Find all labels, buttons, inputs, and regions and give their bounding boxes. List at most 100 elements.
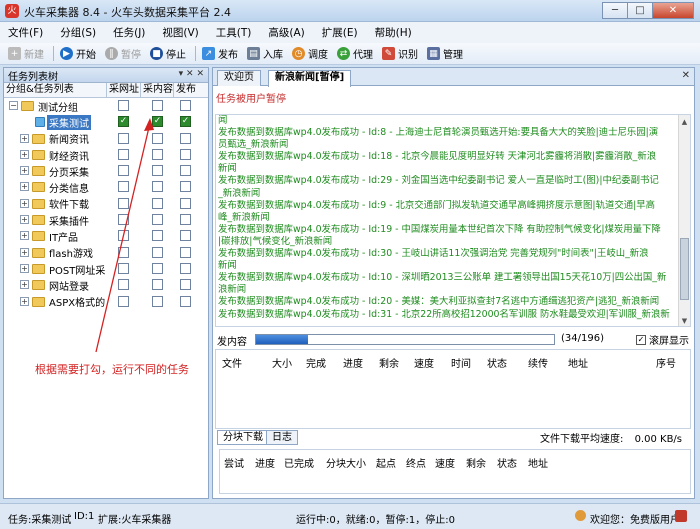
collect-url-checkbox[interactable] [118,148,129,160]
publish-checkbox[interactable] [180,262,191,274]
publish-checkbox[interactable] [180,295,191,307]
column-header[interactable]: 分块大小 [326,455,366,470]
collect-content-checkbox[interactable] [152,262,163,274]
autoscroll-check-icon[interactable]: ✓ [636,334,646,345]
column-header[interactable]: 文件 [222,355,242,370]
tree-item[interactable]: + 财经资讯 [4,147,208,163]
menu-tools[interactable]: 工具(T) [216,25,252,40]
collect-url-checkbox[interactable] [118,279,129,291]
column-header[interactable]: 序号 [656,355,676,370]
column-header[interactable]: 剩余 [466,455,486,470]
expand-icon[interactable]: + [20,296,29,306]
column-header[interactable]: 状态 [487,355,507,370]
tree-item[interactable]: + 采集插件 [4,212,208,228]
expand-icon[interactable]: + [20,198,29,208]
menu-file[interactable]: 文件(F) [8,25,43,40]
menu-help[interactable]: 帮助(H) [375,25,412,40]
publish-checkbox[interactable] [180,132,191,144]
log-scrollbar[interactable]: ▲ ▼ [678,115,690,326]
column-header[interactable]: 发布 [174,83,204,97]
import-button[interactable]: ▤ 入库 [247,46,283,61]
autoscroll-checkbox[interactable]: ✓ 滚屏显示 [636,332,689,347]
collect-content-checkbox[interactable] [152,295,163,307]
column-header[interactable]: 剩余 [379,355,399,370]
maximize-button[interactable]: □ [627,2,653,19]
publish-checkbox[interactable] [180,100,191,111]
column-header[interactable]: 进度 [343,355,363,370]
tree-item[interactable]: + flash游戏 [4,245,208,261]
tree-item[interactable]: + 软件下载 [4,196,208,212]
tree-item[interactable]: + 分页采集 [4,163,208,179]
column-header[interactable]: 速度 [414,355,434,370]
expand-icon[interactable]: + [20,182,29,192]
close-tab-icon[interactable]: ✕ [682,70,690,81]
scroll-down-icon[interactable]: ▼ [680,315,689,325]
menu-advanced[interactable]: 高级(A) [268,25,304,40]
collect-url-checkbox[interactable] [118,181,129,193]
column-header[interactable]: 进度 [255,455,275,470]
column-header[interactable]: 完成 [306,355,326,370]
collect-url-checkbox[interactable] [118,295,129,307]
expand-icon[interactable]: + [20,215,29,225]
publish-checkbox[interactable] [180,197,191,209]
publish-button[interactable]: ↗ 发布 [202,46,238,61]
captcha-button[interactable]: ✎ 识别 [382,46,418,61]
column-header[interactable]: 分组&任务列表 [4,83,107,97]
stop-button[interactable]: ■ 停止 [150,46,186,61]
tab-welcome[interactable]: 欢迎页 [217,70,261,86]
scroll-thumb[interactable] [680,238,689,300]
expand-icon[interactable]: + [20,263,29,273]
menu-extensions[interactable]: 扩展(E) [322,25,358,40]
menu-task[interactable]: 任务(J) [113,25,145,40]
tree-item[interactable]: + 网站登录 [4,277,208,293]
publish-checkbox[interactable] [180,230,191,242]
collect-url-checkbox[interactable] [118,246,129,258]
column-header[interactable]: 速度 [435,455,455,470]
expand-icon[interactable]: + [20,280,29,290]
scroll-up-icon[interactable]: ▲ [680,116,689,126]
expand-icon[interactable]: + [20,133,29,143]
collect-content-checkbox[interactable] [152,148,163,160]
collect-content-checkbox[interactable]: ✓ [152,116,163,128]
tree-item[interactable]: + 新闻资讯 [4,131,208,147]
collect-content-checkbox[interactable] [152,279,163,291]
proxy-button[interactable]: ⇄ 代理 [337,46,373,61]
collect-content-checkbox[interactable] [152,165,163,177]
collect-url-checkbox[interactable] [118,197,129,209]
column-header[interactable]: 起点 [376,455,396,470]
collapse-icon[interactable]: − [9,101,18,110]
publish-checkbox[interactable] [180,214,191,226]
tree-item[interactable]: + 分类信息 [4,179,208,195]
menu-group[interactable]: 分组(S) [60,25,96,40]
collect-content-checkbox[interactable] [152,197,163,209]
tab-sina-news[interactable]: 新浪新闻[暂停] [268,70,352,87]
collect-content-checkbox[interactable] [152,246,163,258]
expand-icon[interactable]: + [20,231,29,241]
column-header[interactable]: 采内容 [141,83,174,97]
collect-url-checkbox[interactable] [118,230,129,242]
publish-checkbox[interactable] [180,148,191,160]
minimize-button[interactable]: ─ [602,2,628,19]
collect-content-checkbox[interactable] [152,100,163,111]
tab-log[interactable]: 日志 [266,430,298,445]
publish-checkbox[interactable] [180,246,191,258]
column-header[interactable]: 地址 [568,355,588,370]
publish-checkbox[interactable] [180,279,191,291]
dispatch-button[interactable]: ◷ 调度 [292,46,328,61]
publish-checkbox[interactable]: ✓ [180,116,191,128]
column-header[interactable]: 终点 [406,455,426,470]
expand-icon[interactable]: + [20,166,29,176]
collect-content-checkbox[interactable] [152,181,163,193]
collect-url-checkbox[interactable] [118,132,129,144]
tree-item[interactable]: + IT产品 [4,228,208,244]
tree-item[interactable]: + ASPX格式的 [4,294,208,310]
tab-chunk-download[interactable]: 分块下载 [217,430,269,445]
column-header[interactable]: 时间 [451,355,471,370]
manage-button[interactable]: ▦ 管理 [427,46,463,61]
collect-content-checkbox[interactable] [152,214,163,226]
close-button[interactable]: ✕ [652,2,694,19]
collect-url-checkbox[interactable] [118,165,129,177]
column-header[interactable]: 地址 [528,455,548,470]
column-header[interactable]: 续传 [528,355,548,370]
column-header[interactable]: 采网址 [107,83,141,97]
